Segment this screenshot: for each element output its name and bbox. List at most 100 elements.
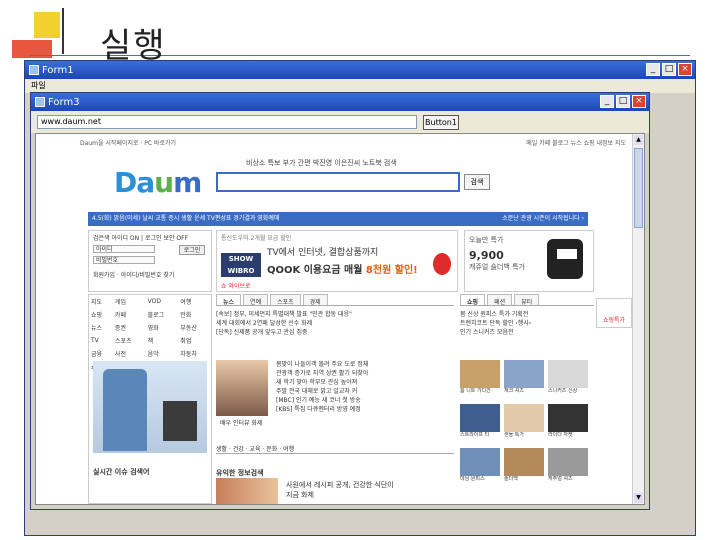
news-list-item[interactable]: 새 학기 맞아 학부모 관심 높아져 <box>276 378 452 387</box>
category-link[interactable]: 만화 <box>178 308 211 321</box>
category-link[interactable]: 카페 <box>113 308 146 321</box>
fashion-ad-image[interactable] <box>93 361 207 453</box>
close-button[interactable]: × <box>632 95 646 108</box>
service-bar: 4.5(화) 맑음(미세) 날씨 교통 증시 생활 운세 TV편성표 경기결과 … <box>88 212 588 226</box>
side-ad[interactable]: 쇼핑특가 <box>596 298 632 328</box>
news-tab[interactable]: 연예 <box>243 294 269 306</box>
shop-item[interactable]: 봄 니트 가디건 <box>460 360 500 400</box>
news-list-item[interactable]: [MBC] 인기 예능 새 코너 첫 방송 <box>276 396 452 405</box>
shop-item[interactable]: 체크 셔츠 <box>504 360 544 400</box>
info-search-title[interactable]: 유익한 정보검색 <box>216 468 264 478</box>
category-link[interactable]: 금융 <box>89 347 113 360</box>
news-list-item[interactable]: 관광객 증가로 지역 상권 활기 되찾아 <box>276 369 452 378</box>
category-link[interactable]: 지도 <box>89 295 113 308</box>
shop-item-image <box>548 448 588 476</box>
minimize-button[interactable]: _ <box>600 95 614 108</box>
news-headline[interactable]: [단독] 신제품 공개 앞두고 관심 집중 <box>216 328 454 337</box>
news-tab[interactable]: 뉴스 <box>216 294 242 306</box>
news-tab[interactable]: 스포츠 <box>270 294 301 306</box>
category-link[interactable]: 증권 <box>113 321 146 334</box>
shop-item[interactable]: 라이더 자켓 <box>548 404 588 444</box>
shop-item-image <box>548 404 588 432</box>
news-headline[interactable]: [속보] 정부, 미세먼지 특별대책 발표 "민관 합동 대응" <box>216 310 454 319</box>
news-headline[interactable]: 세계 대회에서 2연패 달성한 선수 화제 <box>216 319 454 328</box>
service-notice[interactable]: 소문난 관광 시즌이 시작됩니다 › <box>502 212 584 226</box>
maximize-button[interactable]: □ <box>662 63 676 76</box>
shop-item-image <box>460 448 500 476</box>
outer-titlebar[interactable]: Form1 _ □ × <box>25 61 695 79</box>
login-header: 검은색 아이디 ON | 로그인 보안 OFF <box>93 235 189 242</box>
shop-item-image <box>460 404 500 432</box>
category-link[interactable]: 사전 <box>113 347 146 360</box>
shop-tab[interactable]: 패션 <box>487 294 513 306</box>
category-link[interactable]: 책 <box>146 334 179 347</box>
news-list-item[interactable]: 주말 전국 대체로 맑고 일교차 커 <box>276 387 452 396</box>
news-list-item[interactable]: 봄맞이 나들이객 몰려 주요 도로 정체 <box>276 360 452 369</box>
vertical-scrollbar[interactable]: ▲ ▼ <box>632 134 644 504</box>
shop-tab[interactable]: 뷰티 <box>514 294 540 306</box>
daum-logo[interactable]: Daum <box>114 166 202 199</box>
search-input[interactable] <box>216 172 460 192</box>
news-photo-caption[interactable]: 배우 인터뷰 화제 <box>220 418 262 427</box>
category-link[interactable]: 쇼핑 <box>89 308 113 321</box>
shop-tab[interactable]: 쇼핑 <box>460 294 486 306</box>
shop-item-image <box>504 448 544 476</box>
search-suggestions[interactable]: 비상소 특보 부가 간편 박진영 이은진씨 노트북 검색 <box>246 158 397 168</box>
decor-vertical-line <box>62 8 64 54</box>
news-list-item[interactable]: [KBS] 특집 다큐멘터리 방영 예정 <box>276 405 452 414</box>
shop-item-caption: 봄 니트 가디건 <box>460 388 491 394</box>
outer-title: Form1 <box>42 64 74 76</box>
news-bottom-tabs[interactable]: 생활 · 건강 · 교육 · 문화 · 여행 <box>216 444 454 454</box>
realtime-issue-title[interactable]: 실시간 이슈 검색어 <box>93 467 149 477</box>
shop-item[interactable]: 숄더백 <box>504 448 544 488</box>
shop-tabs: 쇼핑 패션 뷰티 <box>460 294 594 306</box>
category-link[interactable]: 취업 <box>178 334 211 347</box>
shop-item[interactable]: 스니커즈 신상 <box>548 360 588 400</box>
shop-item[interactable]: 캐주얼 셔츠 <box>548 448 588 488</box>
url-input[interactable]: www.daum.net <box>37 115 417 129</box>
shop-item[interactable]: 스트라이프 티 <box>460 404 500 444</box>
shop-item-caption: 데님 원피스 <box>460 476 485 482</box>
shop-line[interactable]: 인기 스니커즈 모음전 <box>460 328 594 337</box>
category-link[interactable]: VOD <box>146 295 179 308</box>
food-text[interactable]: 사원에서 레시피 공개, 건강한 식단이 지금 화제 <box>286 480 394 500</box>
category-link[interactable]: 음악 <box>146 347 179 360</box>
category-link[interactable]: 부동산 <box>178 321 211 334</box>
search-button[interactable]: 검색 <box>464 174 490 190</box>
category-link[interactable]: 스포츠 <box>113 334 146 347</box>
web-browser[interactable]: Daum을 시작페이지로 · PC 바로가기 메일 카페 블로그 뉴스 쇼핑 내… <box>35 133 645 505</box>
top-nav-right[interactable]: 메일 카페 블로그 뉴스 쇼핑 내정보 지도 <box>526 138 626 147</box>
menu-file[interactable]: 파일 <box>31 81 46 90</box>
category-link[interactable]: 뉴스 <box>89 321 113 334</box>
inner-title: Form3 <box>48 96 80 108</box>
close-button[interactable]: × <box>678 63 692 76</box>
special-offer-ad[interactable]: 오늘만 특가 9,900 캐쥬얼 숄더백 특가 <box>464 230 594 292</box>
category-link[interactable]: 영화 <box>146 321 179 334</box>
news-tab[interactable]: 경제 <box>302 294 328 306</box>
news-photo[interactable] <box>216 360 268 416</box>
minimize-button[interactable]: _ <box>646 63 660 76</box>
inner-titlebar[interactable]: Form3 _ □ × <box>31 93 649 111</box>
shop-item[interactable]: 샌들 특가 <box>504 404 544 444</box>
ad-banner[interactable]: 통신도우미 2개월 요금 할인 SHOW WIBRO TV에서 인터넷, 결합상… <box>216 230 458 292</box>
password-field[interactable]: 비밀번호 <box>93 256 155 264</box>
go-button[interactable]: Button1 <box>423 114 459 130</box>
category-link[interactable]: TV <box>89 334 113 347</box>
shop-item[interactable]: 데님 원피스 <box>460 448 500 488</box>
scroll-up-arrow[interactable]: ▲ <box>634 135 643 145</box>
top-nav-left[interactable]: Daum을 시작페이지로 · PC 바로가기 <box>80 138 176 147</box>
category-link[interactable]: 자동차 <box>178 347 211 360</box>
shop-line[interactable]: 트렌치코트 단독 할인 ‹행사› <box>460 319 594 328</box>
login-footer[interactable]: 회원가입 · 아이디/비밀번호 찾기 <box>93 270 207 279</box>
scroll-down-arrow[interactable]: ▼ <box>634 493 643 503</box>
category-link[interactable]: 게임 <box>113 295 146 308</box>
food-image[interactable] <box>216 478 278 504</box>
maximize-button[interactable]: □ <box>616 95 630 108</box>
category-link[interactable]: 여행 <box>178 295 211 308</box>
shop-line[interactable]: 봄 신상 원피스 특가 기획전 <box>460 310 594 319</box>
service-links[interactable]: 4.5(화) 맑음(미세) 날씨 교통 증시 생활 운세 TV편성표 경기결과 … <box>92 215 279 222</box>
login-button[interactable]: 로그인 <box>179 245 205 255</box>
scroll-thumb[interactable] <box>634 148 643 228</box>
id-field[interactable]: 아이디 <box>93 245 155 253</box>
category-link[interactable]: 블로그 <box>146 308 179 321</box>
